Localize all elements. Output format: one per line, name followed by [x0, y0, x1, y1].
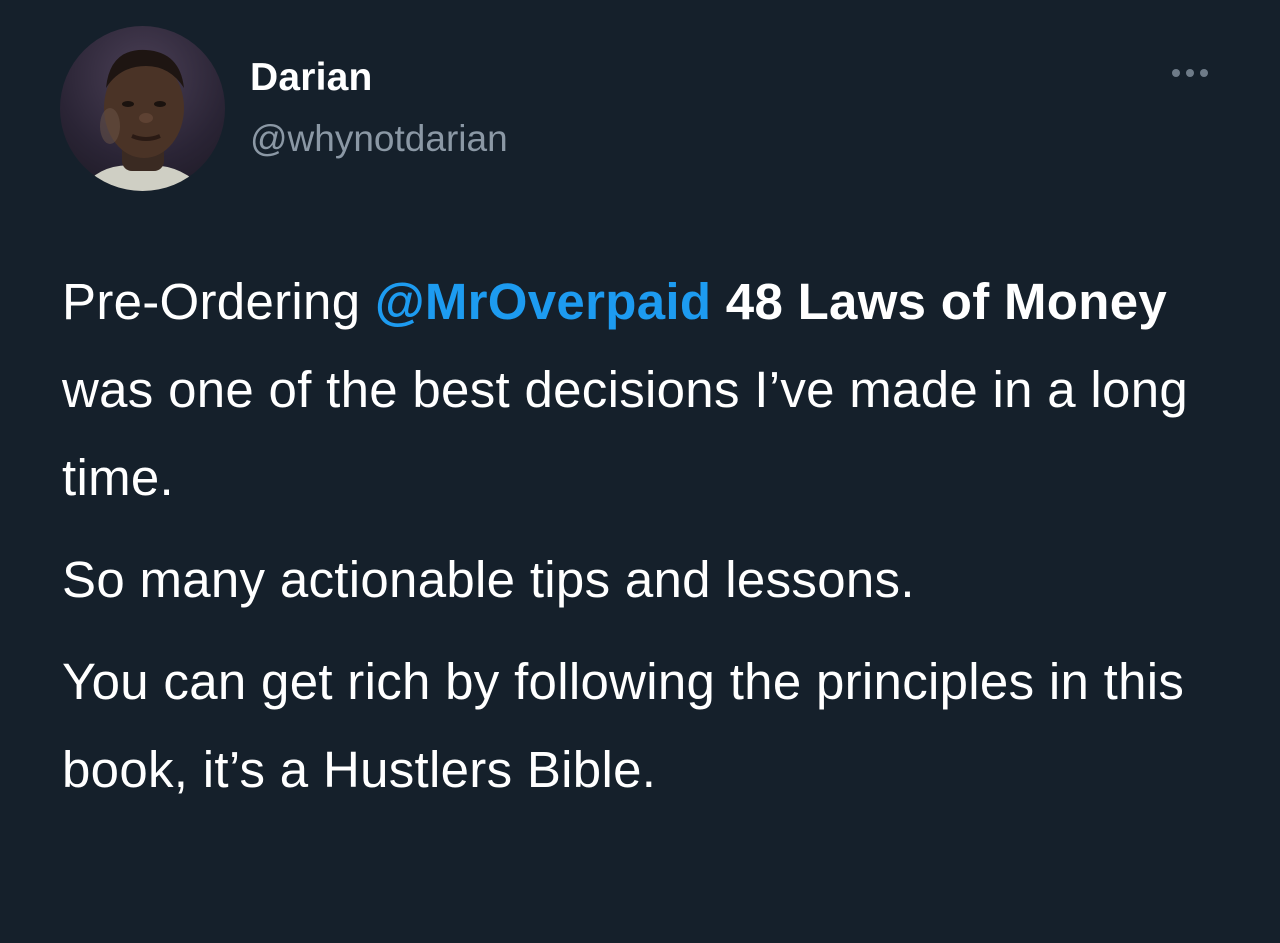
avatar[interactable]: [60, 26, 225, 191]
more-horizontal-icon: [1200, 69, 1208, 77]
tweet-header: Darian @whynotdarian: [60, 26, 508, 191]
more-horizontal-icon: [1172, 69, 1180, 77]
user-handle[interactable]: @whynotdarian: [250, 117, 508, 161]
mention-link[interactable]: @MrOverpaid: [375, 273, 711, 330]
display-name[interactable]: Darian: [250, 56, 508, 100]
avatar-photo: [80, 49, 205, 191]
more-options-button[interactable]: [1166, 63, 1214, 83]
tweet-paragraph-3: You can get rich by following the princi…: [62, 653, 1185, 798]
tweet-text-segment: was one of the best decisions I’ve made …: [62, 361, 1189, 506]
more-horizontal-icon: [1186, 69, 1194, 77]
tweet-card: Darian @whynotdarian Pre-Ordering @MrOve…: [0, 0, 1280, 943]
user-names: Darian @whynotdarian: [250, 56, 508, 161]
tweet-text: Pre-Ordering @MrOverpaid 48 Laws of Mone…: [62, 258, 1222, 814]
tweet-paragraph-1: Pre-Ordering @MrOverpaid 48 Laws of Mone…: [62, 258, 1222, 522]
book-title: 48 Laws of Money: [725, 273, 1168, 330]
tweet-paragraph-2: So many actionable tips and lessons.: [62, 551, 915, 608]
tweet-text-segment: [711, 273, 725, 330]
tweet-text-segment: Pre-Ordering: [62, 273, 375, 330]
